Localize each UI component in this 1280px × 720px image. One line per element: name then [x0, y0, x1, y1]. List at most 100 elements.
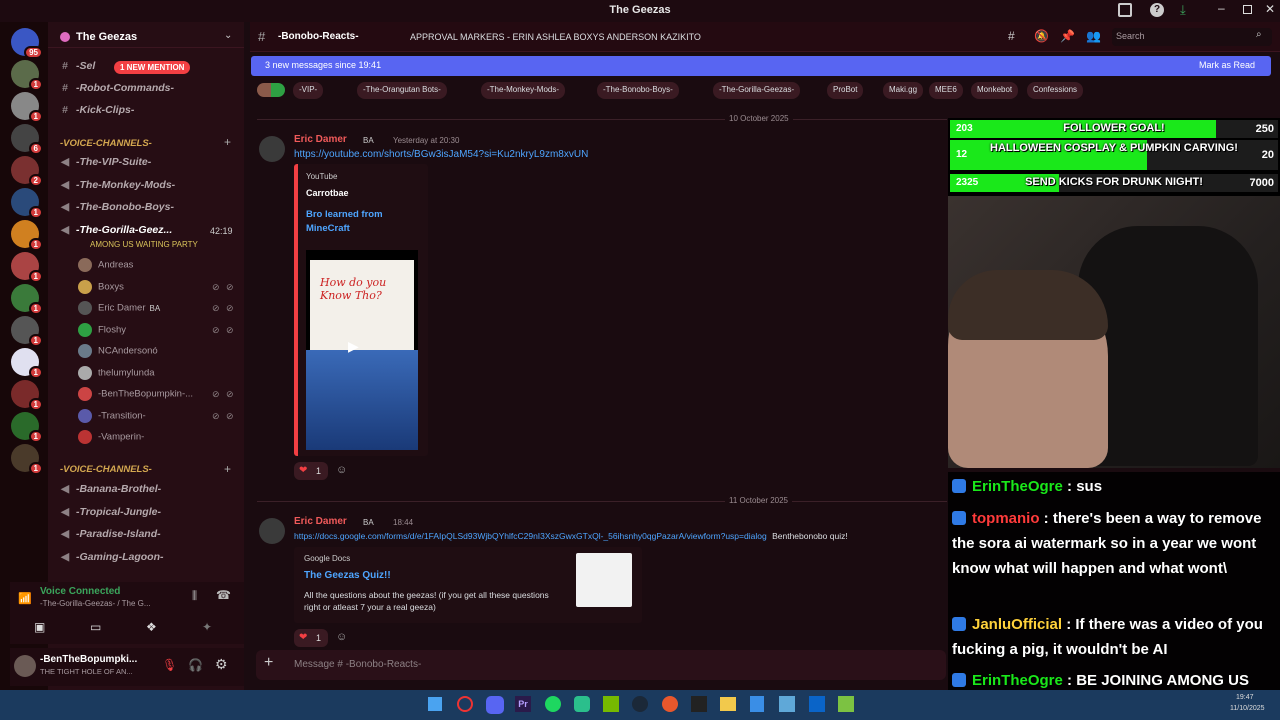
member-list-icon[interactable]: 👥	[1086, 29, 1101, 43]
deafen-icon[interactable]: 🎧	[188, 658, 203, 672]
channel-pill[interactable]: Monkebot	[971, 82, 1019, 99]
voice-channel-tropical[interactable]: ◀ -Tropical-Jungle-	[58, 506, 161, 526]
server-icon[interactable]: 1	[11, 412, 43, 443]
reaction[interactable]: ❤ 1	[294, 629, 328, 647]
message-composer[interactable]: + Message # -Bonobo-Reacts-	[256, 650, 946, 680]
voice-user[interactable]: Boxys	[78, 279, 124, 298]
clock-time[interactable]: 19:47	[1236, 694, 1254, 701]
server-icon[interactable]: 1	[11, 60, 43, 91]
windows-start-icon[interactable]	[428, 697, 442, 711]
play-icon[interactable]: ▶	[348, 338, 359, 355]
mute-icon[interactable]: 🎙	[162, 658, 177, 672]
soundboard-icon[interactable]: ✦	[202, 620, 212, 634]
server-icon[interactable]: 1	[11, 348, 43, 379]
reaction[interactable]: ❤ 1	[294, 462, 328, 480]
nvidia-icon[interactable]	[603, 696, 619, 712]
voice-channel-bonobo-boys[interactable]: ◀ -The-Bonobo-Boys-	[58, 201, 174, 221]
avatar[interactable]	[259, 136, 285, 162]
voice-user[interactable]: thelumylunda	[78, 365, 155, 384]
channel-topic[interactable]: APPROVAL MARKERS - ERIN ASHLEA BOXYS AND…	[410, 32, 701, 42]
noise-suppression-icon[interactable]: ⫼	[192, 590, 197, 603]
message-link[interactable]: https://youtube.com/shorts/BGw3isJaM54?s…	[294, 149, 588, 160]
browser-icon[interactable]	[662, 696, 678, 712]
voice-channel-gaming[interactable]: ◀ -Gaming-Lagoon-	[58, 551, 164, 571]
voice-category-2[interactable]: -VOICE-CHANNELS-	[60, 464, 152, 475]
add-channel-icon[interactable]: +	[224, 462, 231, 476]
epic-games-icon[interactable]	[691, 696, 707, 712]
app-icon[interactable]	[574, 696, 590, 712]
spotify-icon[interactable]	[545, 696, 561, 712]
threads-icon[interactable]: #	[1008, 29, 1015, 43]
inbox-icon[interactable]	[1118, 3, 1132, 17]
message-author[interactable]: Eric Damer	[294, 516, 347, 527]
steam-icon[interactable]	[632, 696, 648, 712]
settings-gear-icon[interactable]: ⚙	[215, 656, 228, 673]
app-icon[interactable]	[779, 696, 795, 712]
channel-pill[interactable]: -VIP-	[293, 82, 324, 99]
close-icon[interactable]: ✕	[1265, 2, 1275, 16]
channel-pill[interactable]: MEE6	[929, 82, 963, 99]
channel-pill[interactable]: -The-Gorilla-Geezas-	[713, 82, 801, 99]
outlook-icon[interactable]	[809, 696, 825, 712]
chevron-down-icon[interactable]: ⌄	[224, 30, 232, 41]
voice-user[interactable]: Eric Damer BA	[78, 301, 160, 319]
avatar[interactable]	[259, 518, 285, 544]
voice-user[interactable]: NCAndersonó	[78, 344, 158, 362]
server-icon[interactable]: 1	[11, 284, 43, 315]
channel-pill[interactable]: -The-Bonobo-Boys-	[597, 82, 679, 99]
add-reaction-icon[interactable]: ☺	[336, 631, 347, 643]
voice-user[interactable]: -Transition-	[78, 408, 146, 427]
voice-user[interactable]: Floshy	[78, 322, 126, 341]
video-thumbnail[interactable]: How do you Know Tho? ▶	[306, 250, 418, 450]
camera-icon[interactable]: ▣	[34, 620, 45, 634]
download-icon[interactable]: ⤓	[1180, 2, 1186, 18]
server-icon[interactable]: 1	[11, 380, 43, 411]
embed-title[interactable]: Bro learned from MineCraft	[306, 208, 416, 236]
server-icon[interactable]: 95	[11, 28, 43, 59]
embed-title[interactable]: The Geezas Quiz!!	[304, 570, 391, 581]
server-icon[interactable]: 6	[11, 124, 43, 155]
channel-pill[interactable]: -The-Orangutan Bots-	[357, 82, 447, 99]
minimize-icon[interactable]: –	[1218, 1, 1225, 15]
add-channel-icon[interactable]: +	[224, 135, 231, 149]
message-link[interactable]: https://docs.google.com/forms/d/e/1FAIpQ…	[294, 531, 767, 541]
avatar[interactable]	[14, 655, 36, 677]
voice-user[interactable]: -Vamperin-	[78, 430, 144, 448]
premiere-icon[interactable]: Pr	[515, 696, 531, 712]
server-icon[interactable]: 1	[11, 220, 43, 251]
maximize-icon[interactable]	[1243, 5, 1252, 14]
notification-bell-icon[interactable]: 🔕	[1034, 29, 1049, 43]
voice-channel-monkey-mods[interactable]: ◀ -The-Monkey-Mods-	[58, 179, 175, 199]
activities-icon[interactable]: ❖	[146, 620, 157, 634]
voice-channel-vip[interactable]: ◀ -The-VIP-Suite-	[58, 156, 151, 176]
voice-channel-paradise[interactable]: ◀ -Paradise-Island-	[58, 528, 161, 548]
app-icon[interactable]	[838, 696, 854, 712]
clock-date[interactable]: 11/10/2025	[1230, 705, 1265, 712]
message-author[interactable]: Eric Damer	[294, 134, 347, 145]
channel-pill[interactable]: -The-Monkey-Mods-	[481, 82, 566, 99]
discord-icon[interactable]	[486, 696, 504, 714]
channel-robot-commands[interactable]: # -Robot-Commands-	[58, 82, 174, 102]
search-input[interactable]: Search ⌕	[1112, 28, 1272, 46]
channel-pill[interactable]: ProBot	[827, 82, 864, 99]
pin-icon[interactable]: 📌	[1060, 29, 1075, 43]
channel-pill[interactable]: Maki.gg	[883, 82, 924, 99]
server-icon[interactable]: 2	[11, 156, 43, 187]
notepad-icon[interactable]	[750, 696, 764, 712]
server-icon[interactable]: 1	[11, 188, 43, 219]
mention-badge[interactable]: 1 NEW MENTION	[114, 61, 191, 74]
voice-category[interactable]: -VOICE-CHANNELS-	[60, 138, 152, 149]
help-icon[interactable]: ?	[1150, 3, 1164, 17]
doc-thumbnail[interactable]	[576, 553, 632, 607]
server-icon[interactable]: 1	[11, 92, 43, 123]
channel-kick-clips[interactable]: # -Kick-Clips-	[58, 104, 134, 124]
voice-channel-banana[interactable]: ◀ -Banana-Brothel-	[58, 483, 161, 503]
new-messages-banner[interactable]: 3 new messages since 19:41 Mark as Read	[251, 56, 1271, 76]
disconnect-icon[interactable]: ☎	[216, 588, 231, 602]
file-explorer-icon[interactable]	[720, 697, 736, 711]
screen-share-icon[interactable]: ▭	[90, 620, 101, 634]
server-icon[interactable]: 1	[11, 316, 43, 347]
channel-pill[interactable]: Confessions	[1027, 82, 1084, 99]
add-reaction-icon[interactable]: ☺	[336, 464, 347, 476]
server-icon[interactable]: 1	[11, 444, 43, 475]
